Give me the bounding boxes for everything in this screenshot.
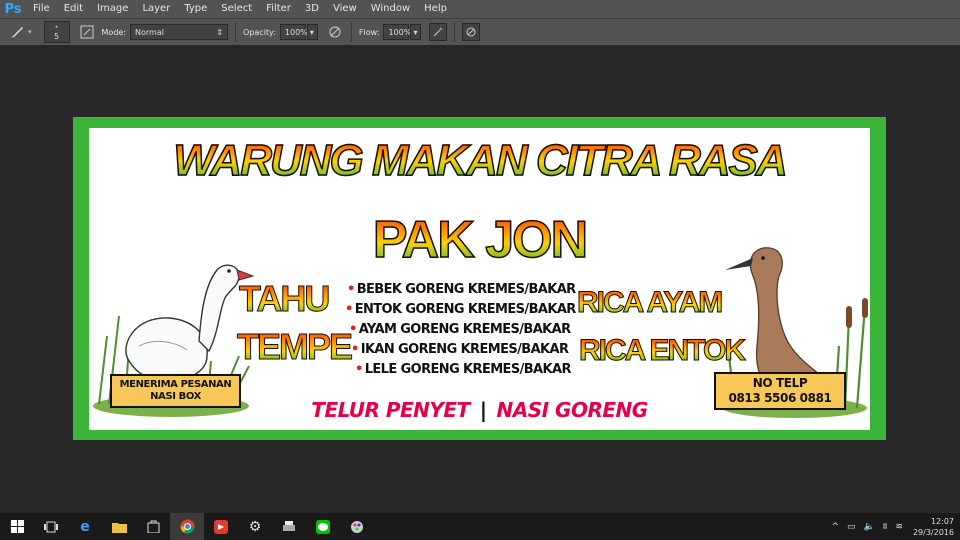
menu-bar: Ps File Edit Image Layer Type Select Fil… — [0, 0, 960, 18]
chrome-icon[interactable] — [170, 513, 204, 540]
brush-tool-icon[interactable] — [8, 23, 26, 41]
brush-panel-icon[interactable] — [78, 23, 96, 41]
bullet-icon: • — [349, 322, 357, 337]
mode-updown-icon: ⇕ — [216, 27, 224, 37]
edge-icon[interactable]: e — [68, 513, 102, 540]
flow-input[interactable]: 100% — [383, 24, 412, 40]
media-app-icon[interactable] — [204, 513, 238, 540]
bullet-icon: • — [347, 282, 355, 297]
list-item: • LELE GORENG KREMES/BAKAR — [355, 360, 576, 380]
menu-file[interactable]: File — [26, 0, 57, 18]
menu-edit[interactable]: Edit — [57, 0, 90, 18]
menu-3d[interactable]: 3D — [298, 0, 326, 18]
wifi-icon[interactable]: ≋ — [895, 522, 903, 532]
menu-item-list: • BEBEK GORENG KREMES/BAKAR • ENTOK GORENG… — [345, 280, 576, 380]
menu-image[interactable]: Image — [90, 0, 135, 18]
taskbar: e ⚙ ^ ▭ 🔈 ʬ ≋ 12:07 29/3/2016 — [0, 513, 960, 540]
list-item: • AYAM GORENG KREMES/BAKAR — [349, 320, 576, 340]
menu-view[interactable]: View — [326, 0, 364, 18]
bullet-icon: • — [351, 342, 359, 357]
brush-dot-icon: • — [54, 24, 59, 31]
list-item-label: IKAN GORENG KREMES/BAKAR — [360, 342, 569, 357]
pressure-size-icon[interactable] — [462, 23, 481, 41]
flow-label: Flow: — [358, 27, 380, 37]
menu-help[interactable]: Help — [417, 0, 454, 18]
list-item-label: LELE GORENG KREMES/BAKAR — [364, 362, 572, 377]
brush-size-picker[interactable]: • 5 — [43, 21, 70, 43]
language-icon[interactable]: ʬ — [883, 522, 888, 532]
mode-select[interactable]: Normal ⇕ — [130, 24, 229, 40]
bottom-tagline: TELUR PENYET | NASI GORENG — [89, 398, 870, 422]
file-explorer-icon[interactable] — [102, 513, 136, 540]
menu-select[interactable]: Select — [214, 0, 259, 18]
list-item-label: BEBEK GORENG KREMES/BAKAR — [356, 282, 576, 297]
divider — [350, 22, 352, 42]
banner-title: WARUNG MAKAN CITRA RASA — [89, 135, 870, 186]
flow-value: 100% — [388, 27, 412, 37]
airbrush-icon[interactable] — [429, 23, 448, 41]
menu-layer[interactable]: Layer — [135, 0, 177, 18]
brush-size-value: 5 — [53, 32, 60, 41]
banner-canvas[interactable]: WARUNG MAKAN CITRA RASA PAK JON TAHU TEM… — [73, 117, 886, 440]
order-box-line1: MENERIMA PESANAN — [119, 379, 232, 390]
word-tahu: TAHU — [238, 278, 330, 320]
menu-window[interactable]: Window — [364, 0, 417, 18]
store-icon[interactable] — [136, 513, 170, 540]
start-windows-icon[interactable] — [0, 513, 34, 540]
list-item: • IKAN GORENG KREMES/BAKAR — [351, 340, 576, 360]
battery-icon[interactable]: ▭ — [847, 522, 856, 532]
bullet-icon: • — [345, 302, 353, 317]
tagline-nasi: NASI GORENG — [496, 398, 649, 422]
opacity-input[interactable]: 100% — [279, 24, 308, 40]
list-item: • BEBEK GORENG KREMES/BAKAR — [347, 280, 576, 300]
menu-type[interactable]: Type — [177, 0, 214, 18]
volume-icon[interactable]: 🔈 — [864, 522, 875, 532]
list-item-label: ENTOK GORENG KREMES/BAKAR — [354, 302, 577, 317]
photoshop-logo[interactable]: Ps — [0, 2, 26, 17]
clock-date: 29/3/2016 — [912, 527, 954, 537]
tagline-telur: TELUR PENYET — [311, 398, 470, 422]
clock-time: 12:07 — [930, 516, 954, 526]
bullet-icon: • — [355, 362, 363, 377]
divider — [235, 22, 237, 42]
list-item: • ENTOK GORENG KREMES/BAKAR — [345, 300, 576, 320]
word-tempe: TEMPE — [236, 326, 353, 368]
tagline-separator: | — [479, 398, 487, 422]
divider — [454, 22, 456, 42]
banner-inner: WARUNG MAKAN CITRA RASA PAK JON TAHU TEM… — [89, 128, 870, 430]
system-tray: ^ ▭ 🔈 ʬ ≋ 12:07 29/3/2016 — [828, 513, 955, 540]
pressure-opacity-icon[interactable] — [326, 23, 344, 41]
line-chat-icon[interactable] — [306, 513, 340, 540]
opacity-dropdown-icon[interactable]: ▾ — [306, 24, 318, 40]
task-view-icon[interactable] — [34, 513, 68, 540]
mode-value: Normal — [135, 27, 164, 37]
flow-dropdown-icon[interactable]: ▾ — [410, 24, 422, 40]
word-rica-ayam: RICA AYAM — [576, 286, 723, 320]
chevron-up-icon[interactable]: ^ — [832, 522, 840, 532]
word-rica-entok: RICA ENTOK — [578, 334, 746, 368]
phone-box-label: NO TELP — [752, 376, 808, 390]
settings-gear-icon[interactable]: ⚙ — [238, 513, 272, 540]
mode-label: Mode: — [101, 27, 127, 37]
tool-preset-chevron-icon[interactable]: ▾ — [28, 28, 32, 36]
opacity-value: 100% — [284, 27, 308, 37]
document-workspace[interactable]: WARUNG MAKAN CITRA RASA PAK JON TAHU TEM… — [0, 46, 960, 513]
printer-icon[interactable] — [272, 513, 306, 540]
opacity-label: Opacity: — [243, 27, 276, 37]
paint-app-icon[interactable] — [340, 513, 374, 540]
menu-filter[interactable]: Filter — [259, 0, 298, 18]
options-bar: ▾ • 5 Mode: Normal ⇕ Opacity: 100% ▾ Flo… — [0, 18, 960, 46]
list-item-label: AYAM GORENG KREMES/BAKAR — [358, 322, 571, 337]
clock[interactable]: 12:07 29/3/2016 — [913, 516, 954, 538]
